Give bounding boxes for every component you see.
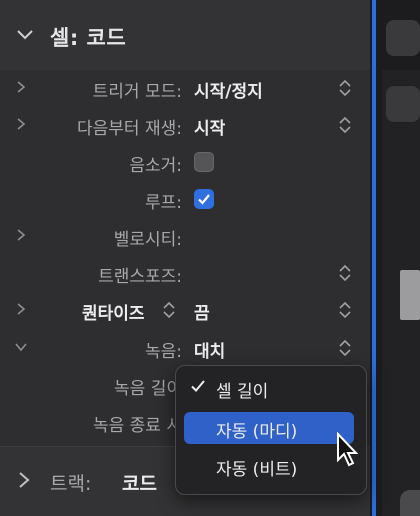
loop-checkbox[interactable] xyxy=(194,189,214,209)
up-down-stepper-icon[interactable] xyxy=(338,338,352,358)
chevron-down-icon[interactable] xyxy=(14,340,28,354)
velocity-row[interactable]: 벨로시티: xyxy=(0,218,370,254)
trigger-mode-value[interactable]: 시작/정지 xyxy=(194,77,263,102)
menu-item-label: 셀 길이 xyxy=(216,382,269,402)
toolbar-button[interactable] xyxy=(386,20,420,56)
menu-item-label: 자동 (마디) xyxy=(216,422,298,442)
record-end-label: 녹음 종료 시 xyxy=(92,416,182,436)
record-row[interactable]: 녹음: 대치 xyxy=(0,330,370,366)
mouse-pointer-icon xyxy=(337,432,359,467)
mute-label: 음소거: xyxy=(129,156,182,176)
up-down-stepper-icon[interactable] xyxy=(338,78,352,98)
chevron-right-icon[interactable] xyxy=(14,117,28,131)
play-from-row[interactable]: 다음부터 재생: 시작 xyxy=(0,107,370,143)
menu-item-cell-length[interactable]: 셀 길이 xyxy=(184,372,354,404)
loop-row: 루프: xyxy=(0,181,370,217)
cell-section-header[interactable]: 셀: 코드 xyxy=(0,0,370,70)
record-label: 녹음: xyxy=(144,342,182,362)
velocity-label: 벨로시티: xyxy=(113,230,182,250)
chevron-right-icon[interactable] xyxy=(16,471,32,489)
menu-item-auto-bar[interactable]: 자동 (마디) xyxy=(184,412,354,444)
trigger-mode-label: 트리거 모드: xyxy=(92,82,182,102)
menu-item-auto-beat[interactable]: 자동 (비트) xyxy=(184,450,354,482)
loop-label: 루프: xyxy=(144,193,182,213)
cell-section-title: 셀: 코드 xyxy=(50,26,127,50)
play-from-value[interactable]: 시작 xyxy=(194,114,225,139)
record-value[interactable]: 대치 xyxy=(194,337,225,362)
chevron-down-icon[interactable] xyxy=(16,26,34,44)
checkmark-icon xyxy=(191,380,205,392)
track-label: 트랙: xyxy=(50,473,92,495)
quantize-row[interactable]: 퀀타이즈 끔 xyxy=(0,292,370,328)
transpose-label: 트랜스포즈: xyxy=(98,267,182,287)
instrument-icon xyxy=(400,490,420,516)
up-down-stepper-icon[interactable] xyxy=(338,300,352,320)
quantize-label[interactable]: 퀀타이즈 xyxy=(82,299,145,324)
chevron-right-icon[interactable] xyxy=(14,80,28,94)
instrument-icon xyxy=(400,270,420,320)
track-value: 코드 xyxy=(122,473,157,495)
transpose-row[interactable]: 트랜스포즈: xyxy=(0,255,370,291)
chevron-right-icon[interactable] xyxy=(14,228,28,242)
menu-item-label: 자동 (비트) xyxy=(216,460,298,480)
trigger-mode-row[interactable]: 트리거 모드: 시작/정지 xyxy=(0,70,370,106)
checkmark-icon xyxy=(198,194,210,205)
track-area[interactable] xyxy=(370,0,420,516)
quantize-value[interactable]: 끔 xyxy=(194,299,210,324)
mute-row: 음소거: xyxy=(0,144,370,180)
up-down-stepper-icon[interactable] xyxy=(338,263,352,283)
record-length-label: 녹음 길이 xyxy=(114,379,182,399)
up-down-stepper-icon[interactable] xyxy=(338,115,352,135)
chevron-right-icon[interactable] xyxy=(14,302,28,316)
toolbar-button[interactable] xyxy=(386,86,420,122)
up-down-stepper-icon[interactable] xyxy=(162,300,176,320)
mute-checkbox[interactable] xyxy=(194,152,214,172)
record-length-menu[interactable]: 셀 길이 자동 (마디) 자동 (비트) xyxy=(175,365,367,495)
selection-bar xyxy=(372,0,376,516)
play-from-label: 다음부터 재생: xyxy=(77,119,182,139)
